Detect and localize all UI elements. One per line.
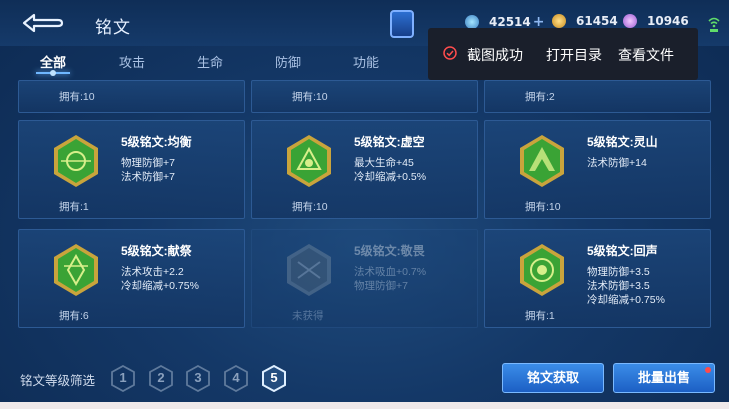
inscription-stat: 冷却缩减+0.75% (121, 280, 199, 292)
owned-count: 拥有:10 (59, 91, 95, 103)
level-filter-4[interactable]: 4 (224, 364, 248, 393)
inscription-card[interactable]: 拥有:10 (251, 80, 478, 113)
gold-amount: 61454 (576, 14, 618, 28)
inscription-stat: 物理防御+7 (121, 157, 175, 169)
crystal-icon (623, 14, 637, 28)
level-filter-label: 铭文等级筛选 (20, 374, 96, 388)
inscription-stat: 冷却缩减+0.75% (587, 294, 665, 306)
owned-count: 未获得 (292, 310, 324, 322)
tab-utility[interactable]: 功能 (353, 52, 379, 71)
page-title: 铭文 (95, 18, 131, 37)
toast-message: 截图成功 (467, 47, 523, 63)
view-file-link[interactable]: 查看文件 (618, 45, 674, 65)
success-check-icon (443, 46, 457, 60)
obtain-inscription-button[interactable]: 铭文获取 (502, 363, 604, 393)
diamond-icon (465, 15, 479, 29)
owned-count: 拥有:10 (525, 201, 561, 213)
inscription-name: 5级铭文:敬畏 (354, 244, 425, 258)
level-filter-3[interactable]: 3 (186, 364, 210, 393)
owned-count: 拥有:1 (525, 310, 555, 322)
inscription-card[interactable]: 拥有:10 (18, 80, 245, 113)
inscription-name: 5级铭文:均衡 (121, 135, 192, 149)
inscription-gem-icon (54, 244, 98, 296)
batch-sell-label: 批量出售 (637, 370, 690, 385)
crystal-amount: 10946 (647, 14, 689, 28)
inscription-card[interactable]: 拥有:2 (484, 80, 711, 113)
inscription-stat: 冷却缩减+0.5% (354, 171, 427, 183)
level-number: 2 (157, 370, 165, 385)
inscription-card-awe[interactable]: 5级铭文:敬畏 法术吸血+0.7% 物理防御+7 未获得 (251, 229, 478, 328)
diamond-amount: 42514 (489, 15, 531, 29)
inscription-gem-icon (287, 135, 331, 187)
tab-health[interactable]: 生命 (197, 52, 223, 71)
level-number: 1 (119, 370, 127, 385)
owned-count: 拥有:10 (292, 91, 328, 103)
inscription-stat: 物理防御+3.5 (587, 266, 650, 278)
bottom-bar: 铭文等级筛选 1 2 3 4 5 铭文获取 批量出售 (0, 352, 729, 402)
active-tab-dot (50, 70, 56, 76)
owned-count: 拥有:6 (59, 310, 89, 322)
level-filter-2[interactable]: 2 (149, 364, 173, 393)
inscription-gem-icon (54, 135, 98, 187)
back-arrow-icon (22, 13, 64, 33)
inscription-card-balance[interactable]: 5级铭文:均衡 物理防御+7 法术防御+7 拥有:1 (18, 120, 245, 219)
notification-dot (705, 367, 711, 373)
owned-count: 拥有:1 (59, 201, 89, 213)
owned-count: 拥有:10 (292, 201, 328, 213)
inscription-stat: 法术防御+7 (121, 171, 175, 183)
inscription-gem-icon (520, 244, 564, 296)
inscription-card-sacrifice[interactable]: 5级铭文:献祭 法术攻击+2.2 冷却缩减+0.75% 拥有:6 (18, 229, 245, 328)
inscription-stat: 物理防御+7 (354, 280, 408, 292)
batch-sell-button[interactable]: 批量出售 (613, 363, 715, 393)
tab-defense[interactable]: 防御 (275, 52, 301, 71)
level-number: 4 (232, 370, 240, 385)
inscription-stat: 最大生命+45 (354, 157, 414, 169)
crystal-currency: 10946 (623, 14, 689, 28)
inscription-stat: 法术攻击+2.2 (121, 266, 184, 278)
inscription-name: 5级铭文:献祭 (121, 244, 192, 258)
open-directory-link[interactable]: 打开目录 (546, 45, 602, 65)
inscription-shop-icon[interactable] (390, 10, 414, 38)
screenshot-toast: 截图成功 打开目录 查看文件 (428, 28, 698, 80)
inscription-gem-icon (520, 135, 564, 187)
inscription-name: 5级铭文:灵山 (587, 135, 658, 149)
gold-coin-icon (552, 14, 566, 28)
inscription-gem-icon (287, 244, 331, 296)
inscription-card-void[interactable]: 5级铭文:虚空 最大生命+45 冷却缩减+0.5% 拥有:10 (251, 120, 478, 219)
gold-currency: 61454 (552, 14, 618, 28)
signal-icon (708, 17, 720, 32)
level-filter-5[interactable]: 5 (262, 364, 286, 393)
level-filter-1[interactable]: 1 (111, 364, 135, 393)
level-number: 5 (270, 370, 278, 385)
inscription-stat: 法术防御+3.5 (587, 280, 650, 292)
inscription-card-spirit-mountain[interactable]: 5级铭文:灵山 法术防御+14 拥有:10 (484, 120, 711, 219)
tab-attack[interactable]: 攻击 (119, 52, 145, 71)
inscription-stat: 法术吸血+0.7% (354, 266, 427, 278)
owned-count: 拥有:2 (525, 91, 555, 103)
inscription-card-echo[interactable]: 5级铭文:回声 物理防御+3.5 法术防御+3.5 冷却缩减+0.75% 拥有:… (484, 229, 711, 328)
bottom-edge-strip (0, 402, 729, 409)
back-button[interactable] (18, 9, 64, 37)
tab-all[interactable]: 全部 (40, 52, 66, 71)
inscription-stat: 法术防御+14 (587, 157, 647, 169)
inscription-name: 5级铭文:虚空 (354, 135, 425, 149)
inscription-name: 5级铭文:回声 (587, 244, 658, 258)
level-number: 3 (194, 370, 202, 385)
